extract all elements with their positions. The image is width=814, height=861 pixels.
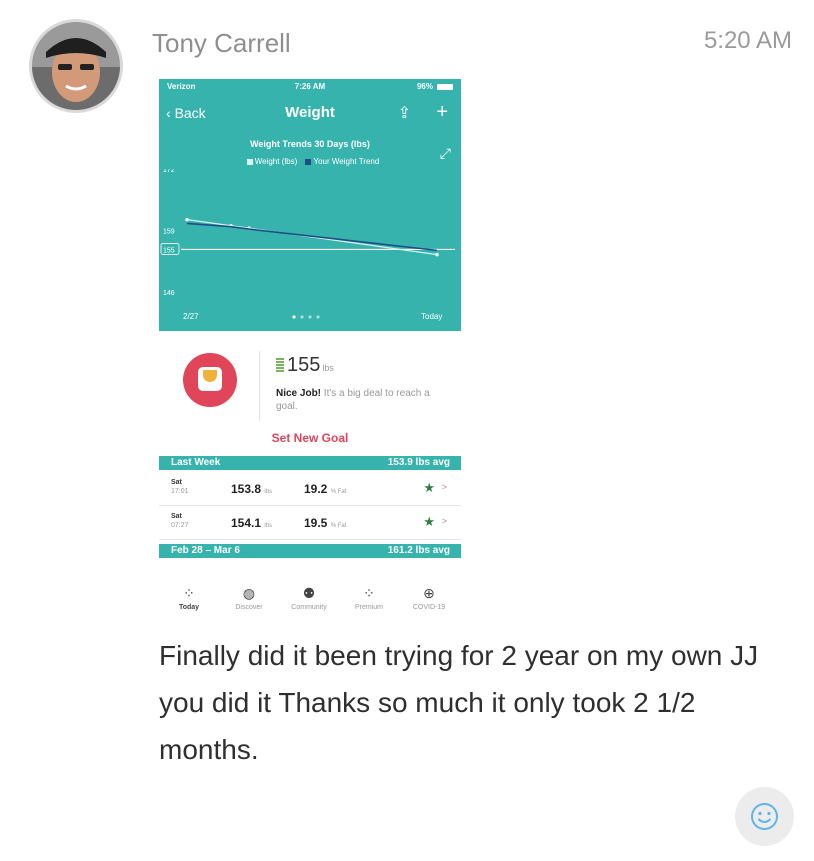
row-fat-value: 19.5: [304, 516, 328, 530]
tab-today[interactable]: ⁘ Today: [159, 582, 219, 611]
data-point: [185, 217, 189, 222]
page-dot: [308, 315, 312, 319]
row-fat-value: 19.2: [304, 482, 328, 496]
table-row[interactable]: Sat 17:01 153.8 lbs 19.2 % Fat ★ >: [159, 473, 461, 506]
chevron-right-icon: >: [441, 482, 447, 492]
timestamp: 5:20 AM: [703, 27, 792, 54]
page-dot: [292, 315, 296, 319]
tab-label: Community: [291, 604, 327, 611]
nice-job-label: Nice Job!: [276, 388, 322, 399]
premium-icon: ⁘: [363, 585, 375, 601]
data-point: [435, 252, 439, 257]
row-fat-unit: % Fat: [330, 489, 347, 495]
page-dot: [300, 315, 304, 319]
compass-icon: ◍: [242, 585, 256, 601]
row-weight-unit: lbs: [264, 489, 273, 495]
emoji-reaction-button[interactable]: [735, 787, 794, 846]
goal-weight-value: 155: [287, 354, 321, 376]
x-tick-label: Today: [421, 312, 442, 321]
add-icon[interactable]: +: [436, 101, 448, 124]
x-tick-label: 2/27: [183, 312, 199, 321]
goal-weight-unit: lbs: [322, 363, 334, 373]
screen-title: Weight: [285, 104, 335, 121]
tab-bar: ⁘ Today ◍ Discover ⚉ Community ⁘ Premium ⊕ CO…: [159, 582, 461, 624]
star-icon: ★: [423, 514, 435, 529]
star-icon: ★: [423, 480, 435, 495]
goal-weight: 155 lbs: [276, 354, 334, 377]
page-dot: [316, 315, 320, 319]
legend-trend: Your Weight Trend: [313, 157, 380, 166]
row-time: 17:01: [171, 488, 189, 495]
section-header: Feb 28 – Mar 6 161.2 lbs avg: [159, 544, 461, 558]
status-clock: 7:26 AM: [294, 82, 326, 91]
avatar[interactable]: [32, 22, 120, 110]
y-tick-label: 146: [163, 290, 175, 297]
y-tick-label: 159: [163, 229, 175, 236]
row-weight-value: 154.1: [231, 516, 262, 530]
row-weight: 154.1 lbs: [231, 516, 272, 530]
attached-screenshot[interactable]: Verizon 7:26 AM 96% ‹ Back Weight ⇪ + We…: [159, 79, 461, 624]
section-avg: 161.2 lbs avg: [387, 545, 450, 556]
row-weight-value: 153.8: [231, 482, 262, 496]
legend-weight: Weight (lbs): [254, 157, 298, 166]
legend-swatch-trend: [305, 158, 312, 165]
chevron-right-icon: >: [441, 516, 447, 526]
weight-chart-panel: Verizon 7:26 AM 96% ‹ Back Weight ⇪ + We…: [159, 79, 461, 331]
section-header: Last Week 153.9 lbs avg: [159, 456, 461, 470]
divider: [259, 351, 260, 421]
status-bar: Verizon 7:26 AM 96%: [159, 79, 461, 95]
dots-icon: ⁘: [183, 585, 195, 601]
y-tick-label: 155: [163, 247, 175, 254]
tab-label: Premium: [354, 604, 383, 611]
chart-title: Weight Trends 30 Days (lbs): [250, 139, 370, 149]
tab-label: Discover: [235, 604, 263, 611]
table-row-partial: [159, 572, 461, 580]
nav-bar: ‹ Back Weight ⇪ +: [159, 101, 461, 127]
chart-legend: Weight (lbs) Your Weight Trend: [159, 157, 461, 166]
row-day: Sat: [171, 479, 182, 486]
row-weight-unit: lbs: [264, 523, 273, 529]
tab-community[interactable]: ⚉ Community: [279, 582, 339, 611]
weight-trend-chart: 172 159 155 146 2/27 Today: [160, 169, 455, 321]
message-text: Finally did it been trying for 2 year on…: [159, 640, 759, 765]
section-label: Last Week: [171, 457, 221, 468]
trophy-icon: [183, 353, 237, 407]
y-tick-label: 172: [163, 169, 175, 174]
expand-icon[interactable]: ⤢: [440, 145, 451, 162]
tab-label: Today: [178, 604, 200, 611]
community-icon: ⚉: [302, 585, 316, 601]
legend-swatch-weight: [246, 158, 253, 165]
tab-discover[interactable]: ◍ Discover: [219, 582, 279, 611]
row-fat: 19.2 % Fat: [304, 482, 346, 496]
flag-icon: [276, 358, 284, 372]
row-weight: 153.8 lbs: [231, 482, 272, 496]
tab-covid[interactable]: ⊕ COVID-19: [399, 582, 459, 611]
section-label: Feb 28 – Mar 6: [171, 545, 240, 556]
tab-label: COVID-19: [412, 604, 446, 611]
plus-circle-icon: ⊕: [423, 585, 435, 601]
battery-icon: [437, 84, 453, 90]
row-day: Sat: [171, 513, 182, 520]
row-fat-unit: % Fat: [330, 523, 347, 529]
share-icon[interactable]: ⇪: [398, 103, 411, 123]
battery-percent: 96%: [416, 82, 433, 91]
table-row[interactable]: Sat 07:27 154.1 lbs 19.5 % Fat ★ >: [159, 507, 461, 540]
set-new-goal-button[interactable]: Set New Goal: [159, 431, 461, 445]
row-fat: 19.5 % Fat: [304, 516, 346, 530]
tab-premium[interactable]: ⁘ Premium: [339, 582, 399, 611]
smiley-icon: [751, 803, 778, 830]
goal-message: Nice Job! It's a big deal to reach a goa…: [276, 387, 446, 413]
author-name[interactable]: Tony Carrell: [152, 28, 291, 59]
row-time: 07:27: [171, 522, 189, 529]
series-line: [186, 222, 438, 252]
section-avg: 153.9 lbs avg: [387, 457, 450, 468]
